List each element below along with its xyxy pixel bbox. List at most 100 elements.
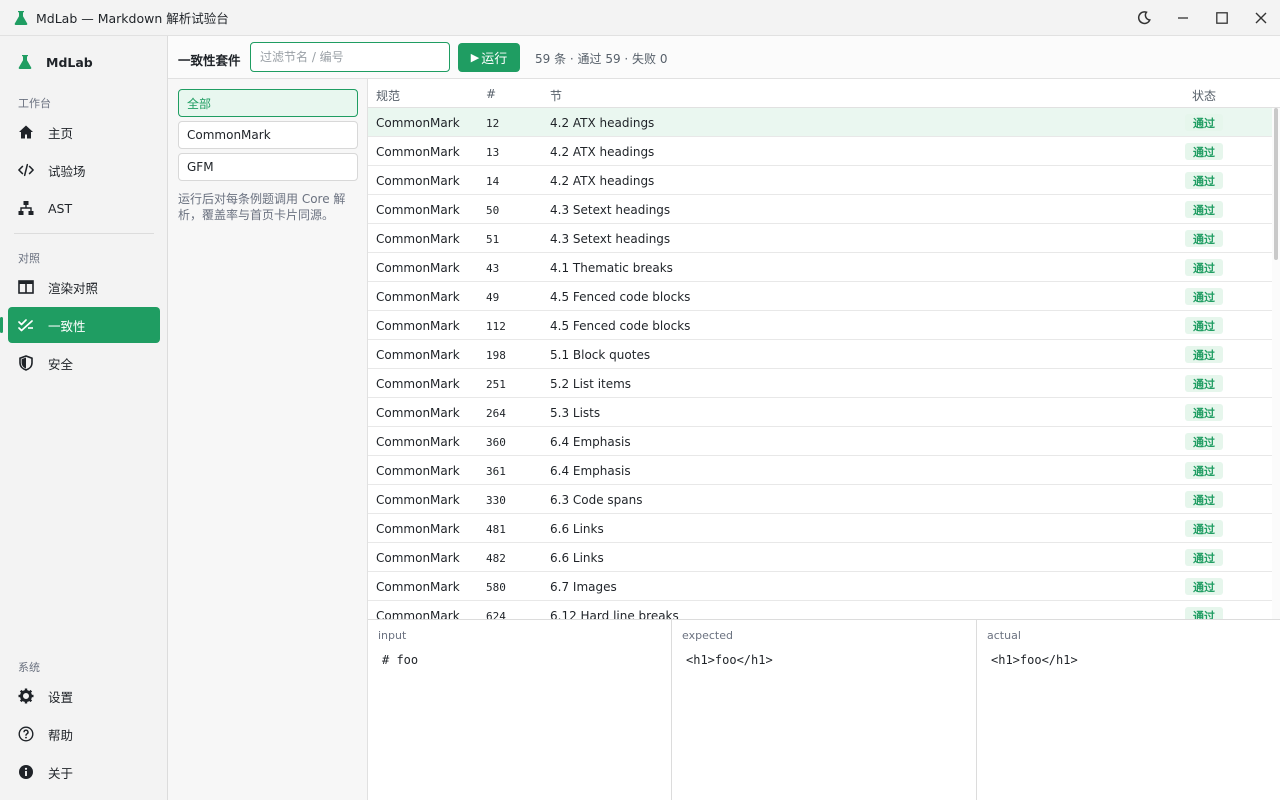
suite-panel: 全部 CommonMark GFM 运行后对每条例题调用 Core 解析，覆盖率… (168, 79, 368, 800)
maximize-icon (1215, 12, 1228, 24)
run-button[interactable]: ▶ 运行 (458, 43, 520, 72)
sidebar-item-settings[interactable]: 设置 (8, 678, 160, 714)
suite-item-gfm[interactable]: GFM (178, 153, 358, 181)
column-header-spec[interactable]: 规范 (376, 87, 400, 104)
table-row[interactable]: CommonMark 361 6.4 Emphasis 通过 (368, 456, 1272, 485)
table-row[interactable]: CommonMark 198 5.1 Block quotes 通过 (368, 340, 1272, 369)
cell-spec: CommonMark (376, 290, 460, 304)
title-bar: MdLab — Markdown 解析试验台 (0, 0, 1280, 36)
cell-section: 5.2 List items (550, 377, 632, 391)
cell-spec: CommonMark (376, 261, 460, 275)
sidebar-item-security[interactable]: 安全 (8, 345, 160, 381)
status-badge: 通过 (1185, 462, 1223, 479)
cell-section: 5.3 Lists (550, 406, 601, 420)
cell-spec: CommonMark (376, 203, 460, 217)
sidebar-item-playground[interactable]: 试验场 (8, 152, 160, 188)
expected-code: <h1>foo</h1> (686, 653, 773, 667)
sidebar-item-home[interactable]: 主页 (8, 114, 160, 150)
sidebar-item-label: 设置 (48, 689, 74, 705)
table-row[interactable]: CommonMark 14 4.2 ATX headings 通过 (368, 166, 1272, 195)
table-row[interactable]: CommonMark 49 4.5 Fenced code blocks 通过 (368, 282, 1272, 311)
cell-num: 12 (486, 117, 500, 130)
suite-note: 运行后对每条例题调用 Core 解析，覆盖率与首页卡片同源。 (178, 192, 346, 222)
cell-section: 6.3 Code spans (550, 493, 643, 507)
sidebar-item-label: 主页 (48, 125, 74, 141)
detail-panes: input # foo expected <h1>foo</h1> actual… (368, 619, 1280, 800)
maximize-button[interactable] (1202, 0, 1241, 36)
status-badge: 通过 (1185, 201, 1223, 218)
table-row[interactable]: CommonMark 580 6.7 Images 通过 (368, 572, 1272, 601)
section-label-system: 系统 (18, 661, 40, 674)
sidebar-item-ast[interactable]: AST (8, 190, 160, 226)
status-badge: 通过 (1185, 549, 1223, 566)
toolbar: 一致性套件 ▶ 运行 59 条 · 通过 59 · 失败 0 (168, 36, 1280, 79)
code-icon (18, 162, 34, 178)
suite-item-all[interactable]: 全部 (178, 89, 358, 117)
table-row[interactable]: CommonMark 50 4.3 Setext headings 通过 (368, 195, 1272, 224)
table-row[interactable]: CommonMark 43 4.1 Thematic breaks 通过 (368, 253, 1272, 282)
sidebar-item-help[interactable]: 帮助 (8, 716, 160, 752)
cell-section: 6.12 Hard line breaks (550, 609, 679, 619)
status-badge: 通过 (1185, 375, 1223, 392)
cell-section: 6.4 Emphasis (550, 435, 631, 449)
cell-num: 51 (486, 233, 500, 246)
table-row[interactable]: CommonMark 112 4.5 Fenced code blocks 通过 (368, 311, 1272, 340)
page-title: 一致性套件 (178, 53, 241, 68)
active-indicator (0, 317, 3, 333)
sidebar-item-label: 一致性 (48, 318, 86, 334)
sidebar-item-label: 帮助 (48, 727, 74, 743)
scrollbar-thumb[interactable] (1274, 108, 1278, 260)
table-row[interactable]: CommonMark 330 6.3 Code spans 通过 (368, 485, 1272, 514)
section-label-compare: 对照 (18, 252, 40, 265)
table-header: 规范 # 节 状态 (368, 79, 1280, 108)
status-badge: 通过 (1185, 259, 1223, 276)
shield-icon (18, 355, 34, 371)
status-badge: 通过 (1185, 114, 1223, 131)
cell-spec: CommonMark (376, 116, 460, 130)
close-button[interactable] (1241, 0, 1280, 36)
filter-input[interactable] (250, 42, 450, 72)
brand-label: MdLab (46, 54, 93, 70)
info-icon (18, 764, 34, 780)
cell-num: 13 (486, 146, 500, 159)
minimize-button[interactable] (1163, 0, 1202, 36)
theme-toggle-button[interactable] (1124, 0, 1163, 36)
run-button-label: 运行 (481, 52, 508, 67)
sidebar-item-about[interactable]: 关于 (8, 754, 160, 790)
cell-num: 624 (486, 610, 506, 619)
cell-num: 198 (486, 349, 506, 362)
column-header-status[interactable]: 状态 (1192, 87, 1216, 104)
cell-spec: CommonMark (376, 232, 460, 246)
suite-item-commonmark[interactable]: CommonMark (178, 121, 358, 149)
table-row[interactable]: CommonMark 482 6.6 Links 通过 (368, 543, 1272, 572)
cell-num: 330 (486, 494, 506, 507)
table-row[interactable]: CommonMark 360 6.4 Emphasis 通过 (368, 427, 1272, 456)
table-row[interactable]: CommonMark 264 5.3 Lists 通过 (368, 398, 1272, 427)
column-header-num[interactable]: # (486, 87, 496, 101)
cell-section: 4.2 ATX headings (550, 145, 655, 159)
cell-spec: CommonMark (376, 464, 460, 478)
column-header-section[interactable]: 节 (550, 87, 562, 104)
moon-icon (1137, 11, 1151, 25)
table-row[interactable]: CommonMark 13 4.2 ATX headings 通过 (368, 137, 1272, 166)
table-row[interactable]: CommonMark 12 4.2 ATX headings 通过 (368, 108, 1272, 137)
table-row[interactable]: CommonMark 624 6.12 Hard line breaks 通过 (368, 601, 1272, 619)
sidebar-item-conformance[interactable]: 一致性 (8, 307, 160, 343)
brand: MdLab (18, 54, 93, 70)
input-pane: input # foo (368, 620, 672, 800)
table-row[interactable]: CommonMark 481 6.6 Links 通过 (368, 514, 1272, 543)
cell-section: 6.4 Emphasis (550, 464, 631, 478)
status-badge: 通过 (1185, 433, 1223, 450)
check-double-icon (18, 317, 34, 333)
cell-spec: CommonMark (376, 609, 460, 619)
cell-num: 482 (486, 552, 506, 565)
status-badge: 通过 (1185, 578, 1223, 595)
cell-spec: CommonMark (376, 580, 460, 594)
input-code: # foo (382, 653, 419, 667)
table-row[interactable]: CommonMark 251 5.2 List items 通过 (368, 369, 1272, 398)
table-row[interactable]: CommonMark 51 4.3 Setext headings 通过 (368, 224, 1272, 253)
cell-spec: CommonMark (376, 174, 460, 188)
cell-section: 4.2 ATX headings (550, 116, 655, 130)
table-scrollbar[interactable] (1272, 108, 1280, 619)
sidebar-item-render-compare[interactable]: 渲染对照 (8, 269, 160, 305)
